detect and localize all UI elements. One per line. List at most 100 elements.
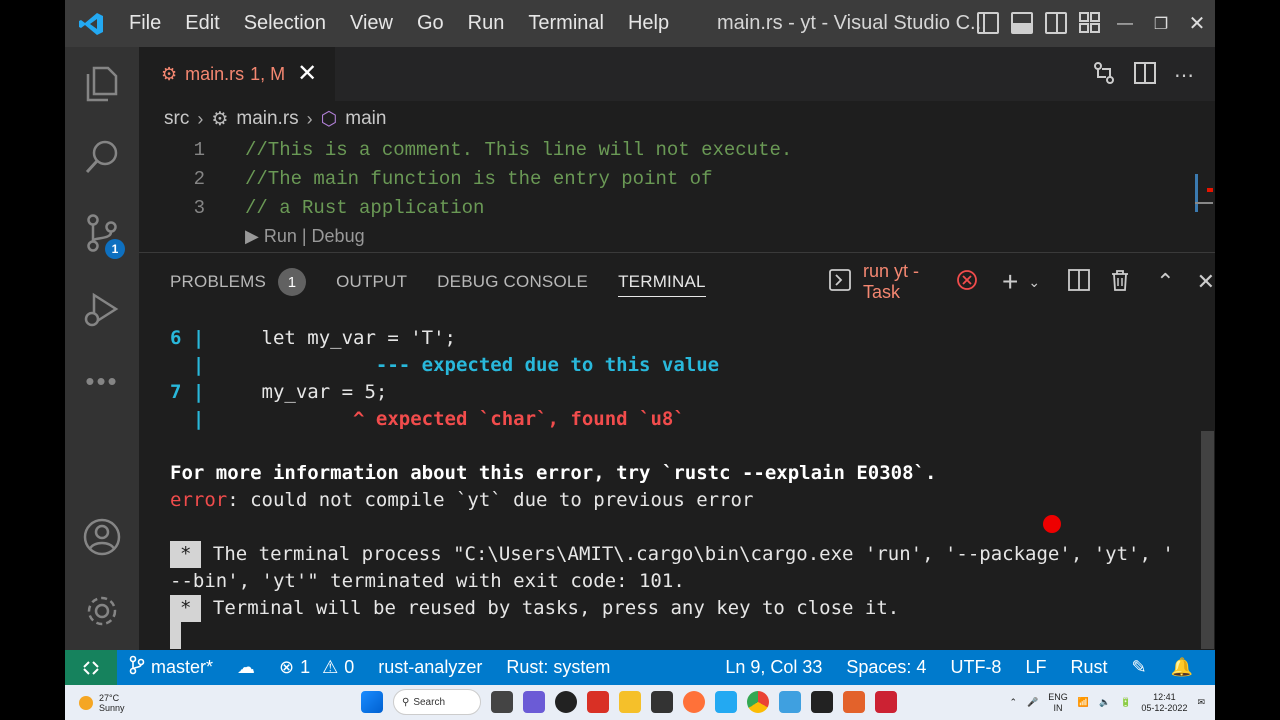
menu-view[interactable]: View <box>338 0 405 47</box>
terminal-line-number: 7 <box>170 381 182 403</box>
toggle-secondary-sidebar-icon[interactable] <box>1045 12 1067 34</box>
editor-tab-bar: ⚙ main.rs 1, M ✕ ⋯ <box>139 47 1215 101</box>
cursor-position[interactable]: Ln 9, Col 33 <box>713 657 834 678</box>
terminal-line: | --- expected due to this value <box>170 352 719 379</box>
customize-layout-icon[interactable] <box>1079 12 1101 34</box>
breadcrumb-symbol[interactable]: main <box>345 108 386 130</box>
account-icon[interactable] <box>65 507 139 567</box>
chrome-icon[interactable] <box>747 691 769 713</box>
menu-terminal[interactable]: Terminal <box>516 0 616 47</box>
branch-status[interactable]: master* <box>117 655 225 680</box>
tab-main-rs[interactable]: ⚙ main.rs 1, M ✕ <box>139 47 335 101</box>
close-panel-icon[interactable]: ✕ <box>1197 269 1215 295</box>
media-app-icon[interactable] <box>555 691 577 713</box>
terminal-task-label[interactable]: run yt - Task <box>863 261 950 303</box>
open-changes-icon[interactable] <box>1092 61 1116 90</box>
toggle-primary-sidebar-icon[interactable] <box>977 12 999 34</box>
feedback-icon[interactable]: ✎ <box>1119 657 1158 678</box>
terminal-star-marker: * <box>170 541 202 568</box>
breadcrumb: src › ⚙ main.rs › ⬡ main <box>164 106 386 132</box>
tab-terminal[interactable]: TERMINAL <box>618 253 706 311</box>
minimap[interactable] <box>1193 136 1215 252</box>
notifications-bell-icon[interactable]: 🔔 <box>1159 657 1205 678</box>
pdf-app-icon[interactable] <box>587 691 609 713</box>
chevron-up-icon[interactable]: ⌃ <box>1009 697 1017 708</box>
breadcrumb-src[interactable]: src <box>164 108 189 130</box>
trash-icon[interactable] <box>1110 269 1130 296</box>
tab-debug-console[interactable]: DEBUG CONSOLE <box>437 253 588 311</box>
file-explorer-icon[interactable] <box>619 691 641 713</box>
rust-file-icon: ⚙ <box>211 108 229 130</box>
settings-gear-icon[interactable] <box>65 581 139 641</box>
microphone-icon[interactable]: 🎤 <box>1027 697 1038 708</box>
task-view-icon[interactable] <box>491 691 513 713</box>
terminal-process-text: --bin', 'yt'" terminated with exit code:… <box>170 570 685 592</box>
language-indicator[interactable]: ENG IN <box>1048 692 1068 714</box>
menu-selection[interactable]: Selection <box>232 0 338 47</box>
terminal-line: * Terminal will be reused by tasks, pres… <box>170 595 899 622</box>
notepad-icon[interactable] <box>779 691 801 713</box>
firefox-icon[interactable] <box>683 691 705 713</box>
split-editor-icon[interactable] <box>1134 62 1156 89</box>
problems-status[interactable]: ⊗ 1 ⚠ 0 <box>267 657 366 678</box>
vscode-taskbar-icon[interactable] <box>715 691 737 713</box>
menu-file[interactable]: File <box>117 0 173 47</box>
remote-indicator-icon[interactable] <box>65 650 117 685</box>
code-editor[interactable]: 1 //This is a comment. This line will not… <box>139 136 1189 252</box>
toggle-panel-icon[interactable] <box>1011 12 1033 34</box>
problems-count-badge: 1 <box>278 268 307 296</box>
taskbar-search[interactable]: ⚲ Search <box>393 689 481 715</box>
menu-help[interactable]: Help <box>616 0 681 47</box>
terminal-scrollbar[interactable] <box>1201 431 1214 649</box>
windows-start-icon[interactable] <box>361 691 383 713</box>
recorder-app-icon[interactable] <box>875 691 897 713</box>
code-line: 3 // a Rust application <box>139 194 485 223</box>
battery-icon[interactable]: 🔋 <box>1120 697 1131 708</box>
close-tab-icon[interactable]: ✕ <box>297 62 317 86</box>
office-app-icon[interactable] <box>843 691 865 713</box>
tab-label: main.rs <box>185 63 245 84</box>
tab-output[interactable]: OUTPUT <box>336 253 407 311</box>
source-control-icon[interactable]: 1 <box>65 203 139 263</box>
close-window-icon[interactable]: ✕ <box>1179 0 1215 47</box>
notification-center-icon[interactable]: ✉ <box>1197 697 1205 708</box>
task-error-icon <box>956 269 978 296</box>
rust-analyzer-status[interactable]: rust-analyzer <box>366 657 494 678</box>
menu-run[interactable]: Run <box>456 0 517 47</box>
chat-app-icon[interactable] <box>523 691 545 713</box>
terminal-app-icon[interactable] <box>651 691 673 713</box>
cloud-upload-icon: ☁ <box>237 657 256 677</box>
more-actions-icon[interactable]: ⋯ <box>1174 63 1195 88</box>
terminal-gutter: | <box>170 408 205 430</box>
new-terminal-icon[interactable]: + <box>1002 268 1018 296</box>
restore-icon[interactable]: ❐ <box>1143 0 1179 47</box>
encoding[interactable]: UTF-8 <box>938 657 1013 678</box>
indentation[interactable]: Spaces: 4 <box>834 657 938 678</box>
maximize-panel-icon[interactable]: ⌃ <box>1156 269 1174 295</box>
sync-status[interactable]: ☁ <box>225 657 267 678</box>
more-icon[interactable]: ••• <box>65 351 139 411</box>
weather-widget[interactable]: 27°C Sunny <box>65 693 125 713</box>
cmd-app-icon[interactable] <box>811 691 833 713</box>
search-icon[interactable] <box>65 127 139 187</box>
wifi-icon[interactable]: 📶 <box>1078 697 1089 708</box>
minimize-icon[interactable]: — <box>1107 0 1143 47</box>
breadcrumb-file[interactable]: main.rs <box>236 108 298 130</box>
split-terminal-icon[interactable] <box>1068 268 1091 296</box>
taskbar-apps: ⚲ Search <box>361 689 897 715</box>
clock[interactable]: 12:41 05-12-2022 <box>1141 692 1187 714</box>
line-number: 2 <box>193 168 205 190</box>
codelens-run-debug[interactable]: ▶ Run | Debug <box>245 226 365 247</box>
rust-toolchain-status[interactable]: Rust: system <box>494 657 622 678</box>
menu-edit[interactable]: Edit <box>173 0 231 47</box>
volume-icon[interactable]: 🔈 <box>1099 697 1110 708</box>
chevron-down-icon[interactable]: ⌄ <box>1028 274 1040 291</box>
explorer-icon[interactable] <box>65 53 139 113</box>
branch-name: master* <box>151 657 214 677</box>
tab-problems[interactable]: PROBLEMS 1 <box>170 253 307 311</box>
run-debug-icon[interactable] <box>65 279 139 339</box>
warning-count: 0 <box>344 657 355 677</box>
language-mode[interactable]: Rust <box>1058 657 1119 678</box>
line-ending[interactable]: LF <box>1013 657 1058 678</box>
menu-go[interactable]: Go <box>405 0 456 47</box>
